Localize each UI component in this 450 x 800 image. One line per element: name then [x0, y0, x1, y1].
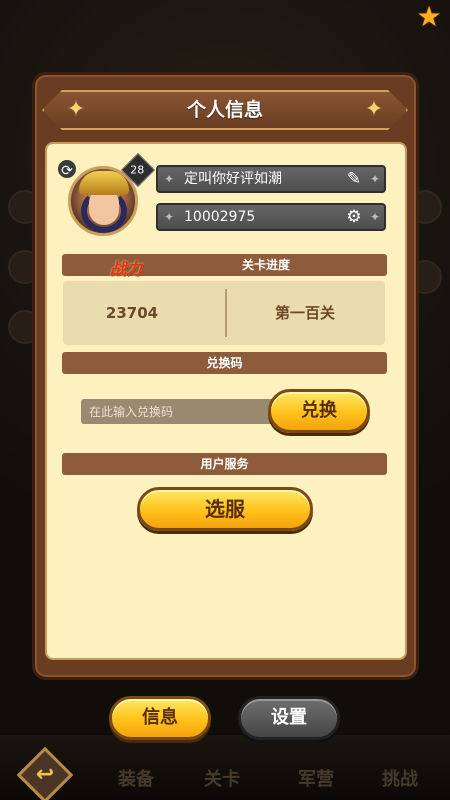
- back-arrow-icon[interactable]: ↩: [25, 755, 65, 795]
- player-id-field: 10002975 ⚙: [156, 203, 386, 231]
- redeem-button[interactable]: 兑换: [268, 389, 370, 433]
- gear-icon[interactable]: ⚙: [344, 207, 364, 227]
- settings-button[interactable]: 设置: [238, 696, 340, 740]
- level-value: 28: [130, 163, 145, 177]
- edit-icon[interactable]: ✎: [344, 169, 364, 189]
- refresh-icon[interactable]: ⟳: [56, 158, 78, 180]
- progress-header-label: 关卡进度: [242, 258, 291, 272]
- player-id: 10002975: [184, 209, 256, 225]
- player-name: 定叫你好评如潮: [184, 171, 282, 187]
- title-star-icon: ✦: [66, 97, 86, 122]
- server-select-button[interactable]: 选服: [137, 487, 313, 531]
- star-icon[interactable]: ★: [414, 2, 444, 32]
- power-label: 战力: [110, 259, 143, 278]
- avatar-face: [89, 191, 119, 225]
- stage-value: 第一百关: [274, 304, 335, 322]
- service-header: 用户服务: [62, 453, 387, 475]
- dialog-title: 个人信息: [186, 99, 263, 121]
- redeem-code-input[interactable]: [81, 399, 281, 424]
- title-star-icon: ✦: [364, 97, 384, 122]
- power-value: 23704: [105, 304, 159, 322]
- info-button[interactable]: 信息: [109, 696, 211, 740]
- player-name-field: 定叫你好评如潮 ✎: [156, 165, 386, 193]
- avatar-helmet: [79, 171, 129, 195]
- redeem-header: 兑换码: [62, 352, 387, 374]
